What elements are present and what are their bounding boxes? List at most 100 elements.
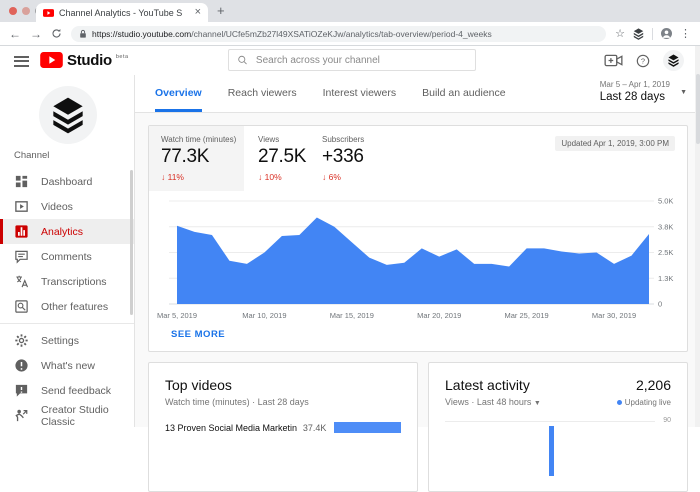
channel-search-box[interactable]	[228, 49, 476, 71]
card-subtitle: Watch time (minutes) · Last 28 days	[165, 397, 401, 407]
layers-icon	[52, 96, 84, 134]
watch-time-chart-area[interactable]: 01.3K2.5K3.8K5.0KMar 5, 2019Mar 10, 2019…	[149, 189, 689, 329]
metric-delta: ↓ 6%	[322, 172, 364, 182]
date-range-caret-icon[interactable]: ▼	[680, 89, 687, 96]
back-icon[interactable]: ←	[9, 28, 21, 40]
live-label: Updating live	[625, 398, 671, 407]
sidebar-item-comments[interactable]: Comments	[0, 244, 134, 269]
sidebar-channel-avatar[interactable]	[39, 86, 97, 144]
svg-text:Mar 20, 2019: Mar 20, 2019	[417, 311, 461, 320]
reload-icon[interactable]	[51, 28, 62, 39]
svg-text:3.8K: 3.8K	[658, 222, 673, 231]
sidebar-item-other-features[interactable]: Other features	[0, 294, 134, 319]
metric-label: Views	[258, 135, 296, 144]
transcriptions-icon	[14, 274, 29, 289]
address-bar[interactable]: https://studio.youtube.com/channel/UCfe5…	[71, 26, 606, 42]
tab-build-an-audience[interactable]: Build an audience	[422, 75, 505, 112]
sparkline-grid-label: 90	[663, 417, 671, 424]
sidebar-item-transcriptions[interactable]: Transcriptions	[0, 269, 134, 294]
creator-studio-classic-icon	[14, 408, 29, 423]
main-content: Overview Reach viewers Interest viewers …	[135, 75, 700, 427]
metric-label: Watch time (minutes)	[161, 135, 232, 144]
youtube-studio-logo[interactable]: Studio beta	[40, 52, 129, 69]
svg-text:Mar 15, 2019: Mar 15, 2019	[330, 311, 374, 320]
search-input[interactable]	[254, 54, 467, 67]
sidebar-item-send-feedback[interactable]: Send feedback	[0, 378, 134, 403]
sidebar-item-videos[interactable]: Videos	[0, 194, 134, 219]
sidebar-section-label: Channel	[14, 150, 49, 161]
sidebar-item-analytics[interactable]: Analytics	[0, 219, 134, 244]
comments-icon	[14, 249, 29, 264]
tab-reach-viewers[interactable]: Reach viewers	[228, 75, 297, 112]
new-tab-button[interactable]: +	[217, 3, 225, 19]
svg-text:Mar 25, 2019: Mar 25, 2019	[505, 311, 549, 320]
date-range-text: Mar 5 – Apr 1, 2019	[600, 80, 670, 89]
browser-profile-avatar[interactable]	[661, 28, 672, 39]
metric-subscribers[interactable]: Subscribers +336 ↓ 6%	[308, 126, 376, 191]
sidebar-item-creator-studio-classic[interactable]: Creator Studio Classic	[0, 403, 134, 428]
search-icon	[237, 54, 248, 66]
window-scrollbar[interactable]	[695, 46, 700, 427]
forward-icon[interactable]: →	[30, 28, 42, 40]
video-watch-time: 37.4K	[303, 423, 328, 433]
see-more-link[interactable]: SEE MORE	[171, 329, 225, 340]
sidebar-item-label: What's new	[41, 360, 95, 372]
sidebar-divider	[0, 323, 134, 324]
hamburger-menu-icon[interactable]	[14, 56, 29, 69]
browser-tab-bar: Channel Analytics - YouTube S × +	[0, 0, 700, 22]
sidebar-item-label: Analytics	[41, 226, 83, 238]
dropdown-caret-icon: ▼	[534, 400, 541, 407]
metric-selector: Watch time (minutes) 77.3K ↓ 11% Views 2…	[149, 126, 687, 191]
youtube-favicon-icon	[43, 9, 54, 17]
watch-time-chart[interactable]: 01.3K2.5K3.8K5.0KMar 5, 2019Mar 10, 2019…	[149, 189, 689, 329]
feedback-icon	[14, 383, 29, 398]
card-title: Latest activity	[445, 377, 530, 393]
studio-header: Studio beta ?	[0, 46, 700, 76]
analytics-icon	[14, 224, 29, 239]
other-features-icon	[14, 299, 29, 314]
svg-text:1.3K: 1.3K	[658, 274, 673, 283]
date-range-picker[interactable]: Mar 5 – Apr 1, 2019 Last 28 days	[600, 80, 670, 103]
svg-text:5.0K: 5.0K	[658, 197, 673, 206]
tab-overview[interactable]: Overview	[155, 75, 202, 112]
sidebar: Channel Dashboard Videos Analytics Comme…	[0, 75, 135, 427]
window-minimize-button[interactable]	[22, 7, 30, 15]
metric-delta: ↓ 11%	[161, 172, 232, 182]
metric-watch-time[interactable]: Watch time (minutes) 77.3K ↓ 11%	[149, 126, 244, 191]
videos-icon	[14, 199, 29, 214]
latest-activity-filter[interactable]: Views · Last 48 hours ▼	[445, 397, 541, 407]
svg-text:?: ?	[641, 56, 645, 65]
analytics-tabs-row: Overview Reach viewers Interest viewers …	[135, 75, 700, 113]
metric-label: Subscribers	[322, 135, 364, 144]
scrollbar-thumb[interactable]	[696, 74, 700, 144]
youtube-play-icon	[40, 52, 63, 68]
metric-value: 27.5K	[258, 146, 296, 168]
logo-text: Studio	[67, 52, 112, 69]
bookmark-star-icon[interactable]: ☆	[615, 27, 625, 40]
browser-toolbar: ← → https://studio.youtube.com/channel/U…	[0, 22, 700, 46]
tab-close-icon[interactable]: ×	[195, 7, 201, 18]
help-icon[interactable]: ?	[636, 54, 650, 68]
toolbar-actions: ☆ ⋮	[615, 27, 691, 40]
updated-timestamp-badge: Updated Apr 1, 2019, 3:00 PM	[555, 136, 675, 151]
sidebar-item-settings[interactable]: Settings	[0, 328, 134, 353]
sidebar-item-label: Dashboard	[41, 176, 92, 188]
create-video-icon[interactable]	[604, 54, 623, 67]
sidebar-item-dashboard[interactable]: Dashboard	[0, 169, 134, 194]
latest-activity-card: Latest activity 2,206 Views · Last 48 ho…	[428, 362, 688, 492]
filter-label: Views · Last 48 hours	[445, 397, 531, 407]
window-close-button[interactable]	[9, 7, 17, 15]
sidebar-scrollbar[interactable]	[130, 170, 133, 315]
sidebar-item-whats-new[interactable]: What's new	[0, 353, 134, 378]
sidebar-item-label: Transcriptions	[41, 276, 107, 288]
top-video-row[interactable]: 13 Proven Social Media Marketing Tips f.…	[165, 422, 401, 433]
browser-tab[interactable]: Channel Analytics - YouTube S ×	[36, 3, 208, 22]
metric-value: +336	[322, 146, 364, 168]
metric-views[interactable]: Views 27.5K ↓ 10%	[244, 126, 308, 191]
extension-layers-icon[interactable]	[633, 28, 644, 40]
browser-menu-icon[interactable]: ⋮	[680, 27, 691, 40]
channel-avatar[interactable]	[663, 50, 684, 71]
sidebar-item-label: Creator Studio Classic	[41, 404, 134, 428]
tab-interest-viewers[interactable]: Interest viewers	[323, 75, 397, 112]
svg-text:Mar 30, 2019: Mar 30, 2019	[592, 311, 636, 320]
